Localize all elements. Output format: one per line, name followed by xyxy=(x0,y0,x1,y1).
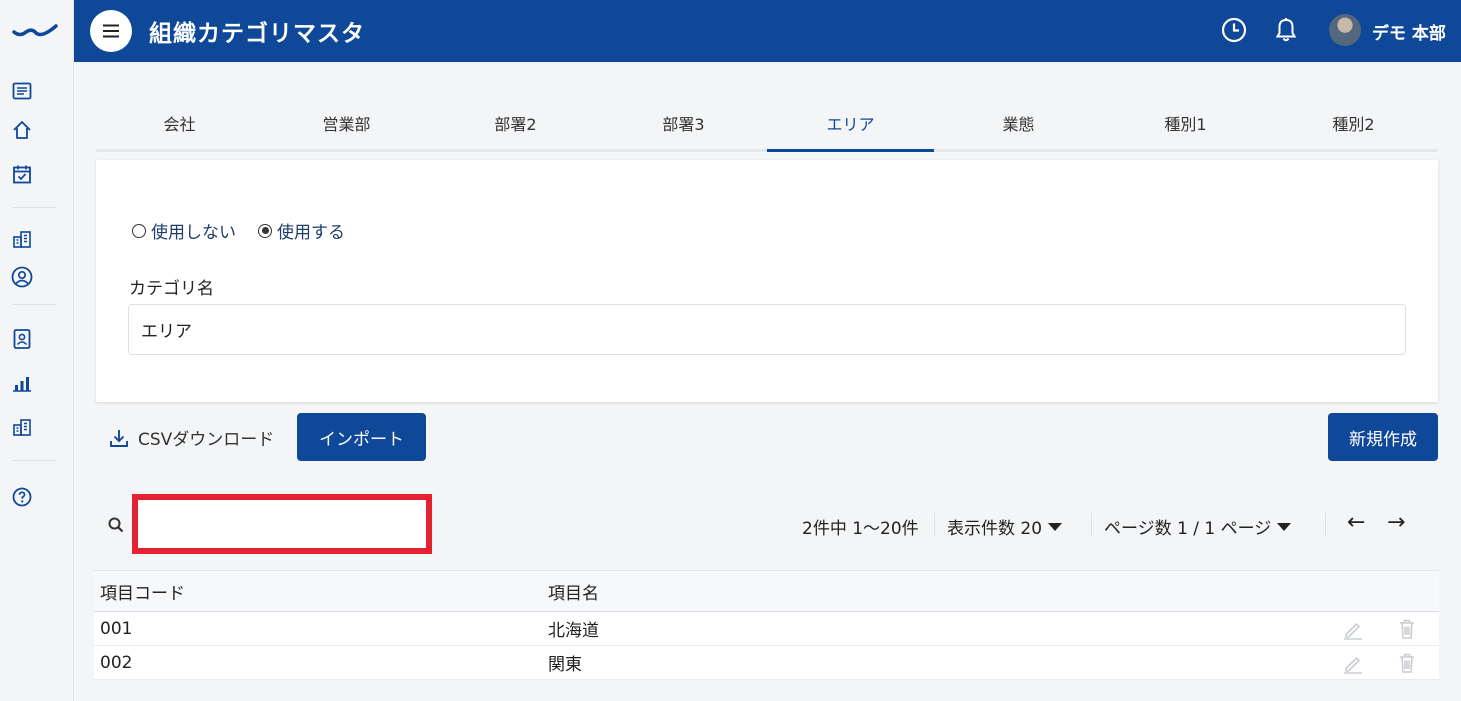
menu-button[interactable] xyxy=(90,10,132,52)
search-input[interactable] xyxy=(132,494,432,554)
edit-icon[interactable] xyxy=(1342,646,1364,679)
result-count: 2件中 1〜20件 xyxy=(802,519,919,539)
user-name[interactable]: デモ 本部 xyxy=(1372,19,1446,44)
item-code: 002 xyxy=(100,652,133,673)
hamburger-icon xyxy=(103,24,119,38)
per-page-label: 表示件数 20 xyxy=(947,519,1043,539)
app-header: 組織カテゴリマスタ デモ 本部 xyxy=(74,0,1461,62)
id-badge-icon[interactable] xyxy=(11,328,33,350)
csv-download-button[interactable]: CSVダウンロード xyxy=(108,425,274,450)
tab-business-type[interactable]: 業態 xyxy=(935,97,1102,149)
sidebar-divider xyxy=(12,304,56,305)
category-settings-card: 使用しない 使用する カテゴリ名 xyxy=(96,160,1438,402)
category-tabs: 会社 営業部 部署2 部署3 エリア 業態 種別1 種別2 xyxy=(96,97,1438,152)
usage-radio-group: 使用しない 使用する xyxy=(132,218,345,243)
logo xyxy=(12,20,58,44)
bar-chart-icon[interactable] xyxy=(11,373,33,395)
pager-divider xyxy=(1091,513,1092,537)
per-page-dropdown[interactable]: 表示件数 20 xyxy=(947,514,1063,539)
radio-selected-dot xyxy=(261,227,269,234)
category-name-label: カテゴリ名 xyxy=(129,279,214,299)
sidebar xyxy=(0,0,74,701)
home-icon[interactable] xyxy=(11,119,33,141)
items-table: 項目コード 項目名 001 北海道 002 関東 xyxy=(94,570,1439,680)
trash-icon[interactable] xyxy=(1397,646,1417,679)
list-icon[interactable] xyxy=(11,80,33,102)
download-icon xyxy=(110,429,128,447)
pager-divider xyxy=(934,513,935,537)
avatar[interactable] xyxy=(1329,14,1361,46)
radio-used[interactable] xyxy=(258,223,272,238)
radio-used-label[interactable]: 使用する xyxy=(277,218,345,243)
page-label: ページ数 1 / 1 ページ xyxy=(1104,519,1272,539)
page-dropdown[interactable]: ページ数 1 / 1 ページ xyxy=(1104,514,1292,539)
sidebar-divider xyxy=(12,207,56,208)
table-row[interactable]: 002 関東 xyxy=(94,646,1439,680)
calendar-check-icon[interactable] xyxy=(11,163,33,185)
prev-page-button[interactable]: ← xyxy=(1347,510,1365,535)
category-name-input[interactable] xyxy=(128,304,1406,355)
tab-sales-dept[interactable]: 営業部 xyxy=(263,97,430,149)
radio-unused-label[interactable]: 使用しない xyxy=(151,218,236,243)
column-header-code: 項目コード xyxy=(100,583,185,604)
bell-icon[interactable] xyxy=(1273,17,1299,43)
caret-down-icon xyxy=(1277,522,1292,531)
item-name: 北海道 xyxy=(548,621,599,641)
office-icon[interactable] xyxy=(11,416,33,438)
tab-kind-2[interactable]: 種別2 xyxy=(1270,97,1437,149)
create-new-button[interactable]: 新規作成 xyxy=(1328,413,1438,461)
clock-icon[interactable] xyxy=(1221,17,1247,43)
radio-unused[interactable] xyxy=(132,223,146,238)
trash-icon[interactable] xyxy=(1397,612,1417,645)
table-row[interactable]: 001 北海道 xyxy=(94,612,1439,646)
search-icon xyxy=(107,516,125,538)
user-circle-icon[interactable] xyxy=(11,266,33,288)
import-button[interactable]: インポート xyxy=(297,413,426,461)
tab-department-2[interactable]: 部署2 xyxy=(432,97,599,149)
column-header-name: 項目名 xyxy=(548,583,599,604)
tab-kind-1[interactable]: 種別1 xyxy=(1102,97,1269,149)
csv-download-label: CSVダウンロード xyxy=(138,430,275,450)
next-page-button[interactable]: → xyxy=(1387,510,1405,535)
tab-department-3[interactable]: 部署3 xyxy=(600,97,767,149)
item-code: 001 xyxy=(100,618,133,639)
table-header: 項目コード 項目名 xyxy=(94,570,1439,612)
tab-area[interactable]: エリア xyxy=(767,97,934,152)
sidebar-divider xyxy=(12,460,56,461)
pager-divider xyxy=(1325,513,1326,537)
building-icon[interactable] xyxy=(11,228,33,250)
caret-down-icon xyxy=(1048,522,1063,531)
help-icon[interactable] xyxy=(11,486,33,508)
tab-company[interactable]: 会社 xyxy=(96,97,263,149)
item-name: 関東 xyxy=(548,655,582,675)
edit-icon[interactable] xyxy=(1342,612,1364,645)
page-title: 組織カテゴリマスタ xyxy=(149,21,365,47)
